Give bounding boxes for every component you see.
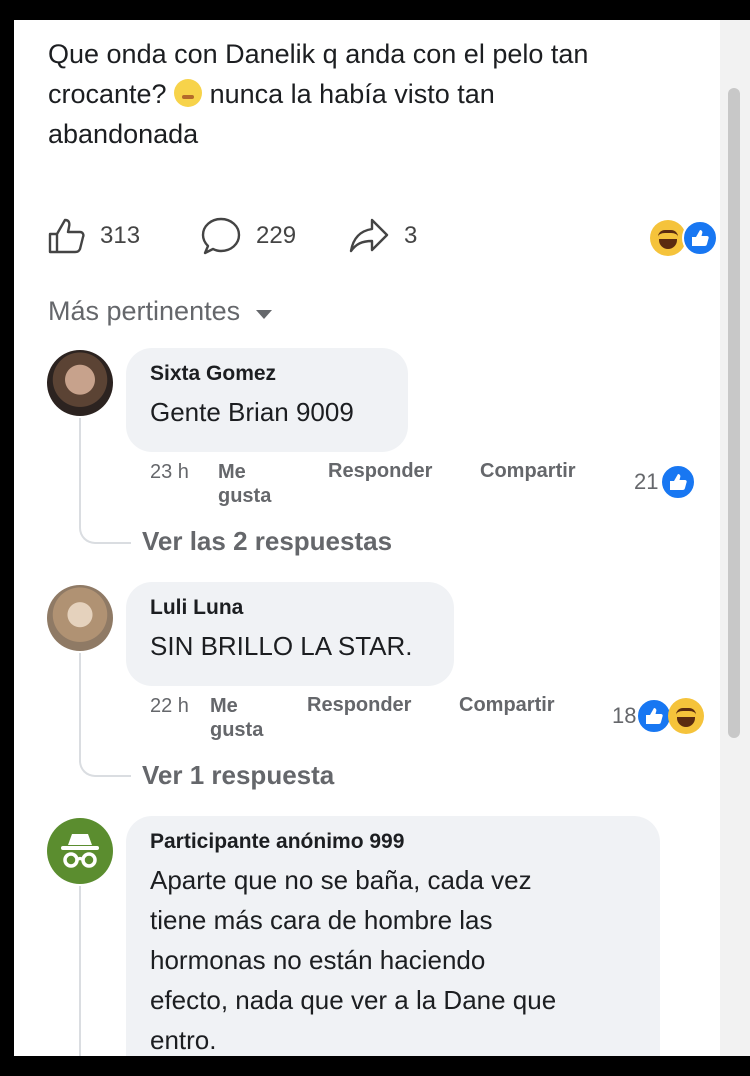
comment-count: 229: [256, 222, 297, 249]
comment-reaction-count: 18: [612, 703, 637, 728]
comment-author[interactable]: Sixta Gomez: [150, 362, 384, 386]
comment-sort-dropdown[interactable]: Más pertinentes: [48, 296, 273, 327]
haha-reaction-icon: [650, 220, 686, 256]
comment-bubble: Participante anónimo 999 Aparte que no s…: [126, 816, 660, 1056]
comment-meta: 23 h Me gusta Responder Compartir: [150, 460, 710, 520]
comment-text-line: efecto, nada que ver a la Dane que: [150, 985, 557, 1015]
screenshot-frame: Que onda con Danelik q anda con el pelo …: [0, 0, 750, 1076]
scrollbar-thumb[interactable]: [728, 88, 740, 738]
sort-label: Más pertinentes: [48, 296, 241, 326]
comment-text-line: Aparte que no se baña, cada vez: [150, 865, 532, 895]
post-panel: Que onda con Danelik q anda con el pelo …: [14, 20, 720, 1056]
post-actions-bar: 313 229 3: [14, 216, 720, 266]
comment-bubble: Sixta Gomez Gente Brian 9009: [126, 348, 408, 452]
comment-time: 22 h: [150, 695, 189, 717]
comment-text: Gente Brian 9009: [150, 397, 354, 427]
post-text-line-1: Que onda con Danelik q anda con el pelo …: [48, 39, 589, 69]
share-button[interactable]: 3: [348, 216, 417, 256]
comment-reaction-count: 21: [634, 469, 659, 494]
comment-like-link[interactable]: Me gusta: [210, 694, 270, 742]
thread-line: [79, 418, 131, 544]
comment-author[interactable]: Participante anónimo 999: [150, 830, 636, 854]
thumbs-up-icon: [48, 218, 85, 254]
like-reaction-icon: [682, 220, 718, 256]
comment-author[interactable]: Luli Luna: [150, 596, 430, 620]
post-reactions-summary[interactable]: [650, 220, 720, 256]
thread-line: [79, 653, 131, 777]
view-replies-link[interactable]: Ver 1 respuesta: [142, 760, 334, 791]
comment-like-link[interactable]: Me gusta: [218, 460, 278, 508]
post-text: Que onda con Danelik q anda con el pelo …: [48, 34, 688, 154]
comment-button[interactable]: 229: [200, 216, 296, 256]
comment-reply-link[interactable]: Responder: [307, 694, 411, 717]
post-text-line-3: abandonada: [48, 119, 199, 149]
like-count: 313: [100, 222, 141, 249]
flushed-face-emoji-icon: [174, 79, 203, 107]
share-count: 3: [404, 222, 418, 249]
like-reaction-icon: [636, 698, 673, 734]
avatar-anonymous-participant[interactable]: [47, 818, 113, 884]
view-replies-link[interactable]: Ver las 2 respuestas: [142, 526, 392, 557]
like-reaction-icon: [660, 464, 697, 500]
avatar-sixta-gomez[interactable]: [47, 350, 113, 416]
like-button[interactable]: 313: [46, 216, 140, 256]
anonymous-incognito-icon: [61, 834, 99, 868]
post-text-line-2: crocante? nunca la había visto tan: [48, 79, 495, 109]
haha-reaction-icon: [668, 698, 705, 734]
comment-share-link[interactable]: Compartir: [459, 694, 555, 717]
caret-down-icon: [256, 310, 273, 319]
comment-bubble: Luli Luna SIN BRILLO LA STAR.: [126, 582, 454, 686]
comment-reply-link[interactable]: Responder: [328, 460, 432, 483]
comment-share-link[interactable]: Compartir: [480, 460, 576, 483]
comment-reactions[interactable]: 21: [634, 464, 697, 500]
thread-line: [79, 886, 81, 1056]
comment-text-line: entro.: [150, 1025, 217, 1055]
share-arrow-icon: [349, 218, 389, 253]
comment-text: Aparte que no se baña, cada vez tiene má…: [150, 860, 636, 1056]
comment-reactions[interactable]: 18: [612, 698, 705, 734]
comment-text: SIN BRILLO LA STAR.: [150, 631, 413, 661]
comment-text-line: tiene más cara de hombre las: [150, 905, 493, 935]
comment-bubble-icon: [201, 217, 241, 255]
comment-text-line: hormonas no están haciendo: [150, 945, 486, 975]
comment-time: 23 h: [150, 461, 189, 483]
avatar-luli-luna[interactable]: [47, 585, 113, 651]
